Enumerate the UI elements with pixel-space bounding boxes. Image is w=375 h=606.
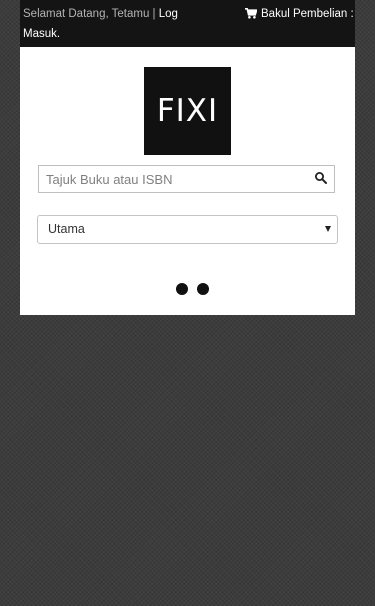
carousel-dot-2[interactable] — [197, 283, 209, 295]
login-link-part2[interactable]: Masuk. — [23, 28, 60, 40]
logo-text: FIXI — [156, 93, 219, 129]
welcome-text: Selamat Datang, Tetamu | — [23, 8, 159, 20]
welcome-message: Selamat Datang, Tetamu | Log Masuk. — [23, 5, 203, 44]
search-input[interactable] — [39, 166, 301, 192]
category-select-value: Utama — [48, 222, 85, 236]
search-box — [38, 165, 335, 193]
cart-icon — [245, 8, 258, 19]
carousel-dot-1[interactable] — [176, 283, 188, 295]
search-icon[interactable] — [314, 171, 328, 185]
top-bar: Selamat Datang, Tetamu | Log Masuk. Bakul… — [20, 0, 355, 47]
category-select[interactable]: Utama — [37, 215, 338, 244]
login-link-part1[interactable]: Log — [159, 8, 178, 20]
cart-link[interactable]: Bakul Pembelian : — [245, 5, 354, 25]
cart-label[interactable]: Bakul Pembelian : — [261, 8, 354, 20]
carousel-pagination — [176, 283, 209, 295]
main-panel: FIXI Utama — [20, 47, 355, 315]
chevron-down-icon — [325, 226, 331, 232]
fixi-logo[interactable]: FIXI — [144, 67, 231, 155]
